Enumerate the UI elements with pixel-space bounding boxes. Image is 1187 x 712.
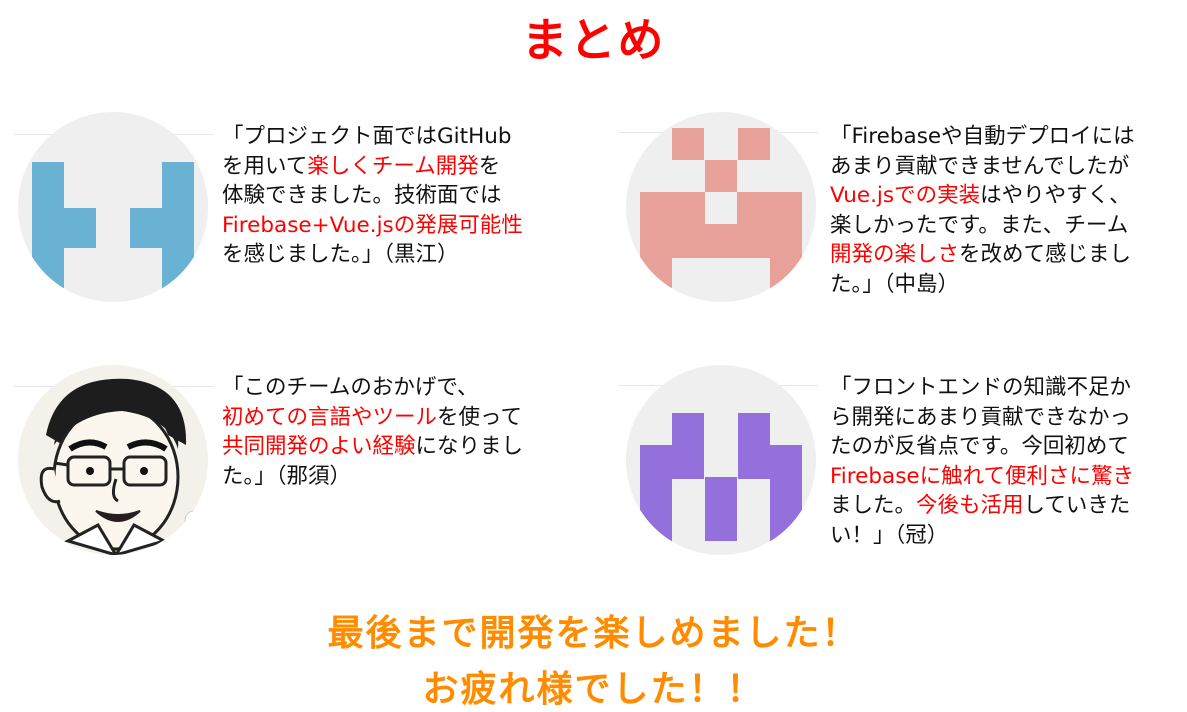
quote-text: た。」（中島） bbox=[830, 271, 960, 297]
quote-text: を感じました。」（黒江） bbox=[222, 242, 459, 267]
testimonial-nakajima: 「Firebaseや自動デプロイには あまり貢献できませんでしたが Vue.jsでの… bbox=[830, 122, 1135, 299]
closing-line-2: お疲れ様でした！！ bbox=[422, 669, 765, 710]
highlighted-text: 開発の楽しさ bbox=[830, 242, 960, 267]
highlighted-text: Firebaseに触れて便利さに驚き bbox=[830, 463, 1134, 489]
cartoon-portrait-icon bbox=[39, 378, 204, 555]
quote-text: 楽しかったです。また、チーム bbox=[830, 212, 1129, 238]
quote-line: 初めての言語やツールを使って bbox=[222, 403, 523, 433]
quote-line: Firebase+Vue.jsの発展可能性 bbox=[222, 211, 523, 241]
identicon-salmon-icon bbox=[640, 128, 802, 288]
quote-text: を使って bbox=[437, 404, 522, 430]
avatar-nasu bbox=[18, 365, 208, 555]
quote-line: ました。今後も活用していきた bbox=[830, 491, 1134, 521]
testimonial-nasu: 「このチームのおかげで、 初めての言語やツールを使って 共同開発のよい経験になりまし… bbox=[222, 373, 523, 491]
quote-line: Vue.jsでの実装はやりやすく、 bbox=[830, 181, 1135, 211]
identicon-purple-icon bbox=[640, 413, 802, 541]
quote-line: 「このチームのおかげで、 bbox=[222, 373, 523, 403]
quote-line: 「フロントエンドの知識不足か bbox=[830, 373, 1134, 403]
quote-text: ら開発にあまり貢献できなかっ bbox=[830, 404, 1132, 430]
quote-line: 「Firebaseや自動デプロイには bbox=[830, 122, 1135, 152]
quote-line: ら開発にあまり貢献できなかっ bbox=[830, 403, 1134, 433]
avatar-kanmuri bbox=[626, 365, 816, 555]
quote-line: 開発の楽しさを改めて感じまし bbox=[830, 240, 1135, 270]
quote-text: 「プロジェクト面ではGitHub bbox=[222, 124, 512, 149]
quote-text: い！」（冠） bbox=[830, 522, 949, 548]
quote-text: た。」（那須） bbox=[222, 463, 352, 489]
quote-text: を用いて bbox=[222, 153, 308, 179]
page-title: まとめ bbox=[521, 13, 666, 67]
quote-text: 「このチームのおかげで、 bbox=[222, 375, 479, 400]
quote-line: を感じました。」（黒江） bbox=[222, 240, 523, 270]
quote-text: 「フロントエンドの知識不足か bbox=[830, 375, 1132, 400]
highlighted-text: Vue.jsでの実装 bbox=[830, 183, 981, 208]
avatar-kuroe bbox=[18, 112, 208, 302]
quote-text: ました。 bbox=[830, 493, 917, 518]
closing-line-1: 最後まで開発を楽しめました！ bbox=[327, 613, 860, 654]
quote-line: 楽しかったです。また、チーム bbox=[830, 211, 1135, 241]
testimonial-kuroe: 「プロジェクト面ではGitHub を用いて楽しくチーム開発を 体験できました。技術面… bbox=[222, 122, 523, 270]
quote-text: になりまし bbox=[415, 434, 524, 459]
quote-line: た。」（中島） bbox=[830, 270, 1135, 300]
testimonial-kanmuri: 「フロントエンドの知識不足か ら開発にあまり貢献できなかっ たのが反省点です。今回初… bbox=[830, 373, 1134, 550]
avatar-nakajima bbox=[626, 112, 816, 302]
quote-text: 「Firebaseや自動デプロイには bbox=[830, 124, 1135, 149]
quote-line: Firebaseに触れて便利さに驚き bbox=[830, 462, 1134, 492]
quote-line: 共同開発のよい経験になりまし bbox=[222, 432, 523, 462]
quote-line: い！」（冠） bbox=[830, 521, 1134, 551]
quote-line: た。」（那須） bbox=[222, 462, 523, 492]
quote-text: していきた bbox=[1023, 493, 1131, 518]
highlighted-text: 今後も活用 bbox=[916, 493, 1024, 518]
quote-text: 体験できました。技術面では bbox=[222, 183, 502, 208]
quote-text: を改めて感じまし bbox=[959, 242, 1132, 267]
quote-text: はやりやすく、 bbox=[980, 183, 1131, 208]
quote-text: を bbox=[478, 153, 501, 179]
identicon-blue-icon bbox=[32, 162, 194, 290]
quote-line: を用いて楽しくチーム開発を bbox=[222, 152, 523, 182]
quote-text: あまり貢献できませんでしたが bbox=[830, 153, 1130, 179]
quote-line: 「プロジェクト面ではGitHub bbox=[222, 122, 523, 152]
quote-line: 体験できました。技術面では bbox=[222, 181, 523, 211]
highlighted-text: Firebase+Vue.jsの発展可能性 bbox=[222, 212, 523, 238]
highlighted-text: 共同開発のよい経験 bbox=[222, 434, 416, 459]
quote-text: たのが反省点です。今回初めて bbox=[830, 434, 1129, 459]
quote-line: たのが反省点です。今回初めて bbox=[830, 432, 1134, 462]
highlighted-text: 初めての言語やツール bbox=[222, 404, 438, 430]
quote-line: あまり貢献できませんでしたが bbox=[830, 152, 1135, 182]
highlighted-text: 楽しくチーム開発 bbox=[307, 153, 479, 179]
